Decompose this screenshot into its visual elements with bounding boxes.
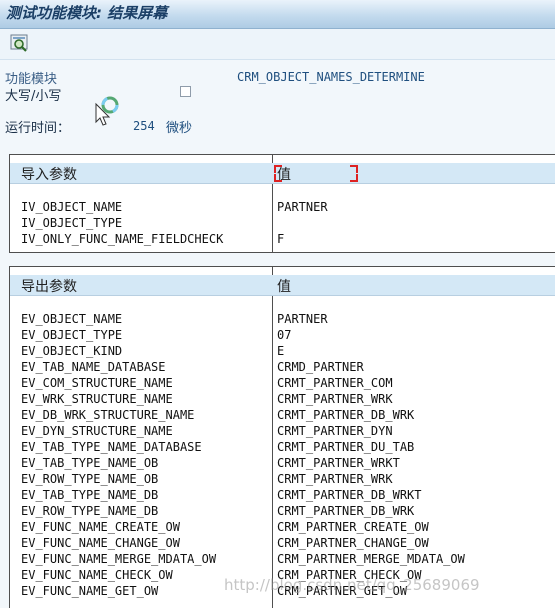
table-row[interactable]: EV_COM_STRUCTURE_NAME CRMT_PARTNER_COM <box>10 375 555 391</box>
table-row[interactable]: EV_TAB_TYPE_NAME_OB CRMT_PARTNER_WRKT <box>10 455 555 471</box>
table-row[interactable]: EV_TAB_NAME_DATABASE CRMD_PARTNER <box>10 359 555 375</box>
param-name: EV_TAB_TYPE_NAME_DATABASE <box>21 440 202 454</box>
table-row[interactable]: EV_FUNC_NAME_CREATE_OW CRM_PARTNER_CREATE… <box>10 519 555 535</box>
param-name: EV_TAB_TYPE_NAME_DB <box>21 488 159 502</box>
param-value: CRMT_PARTNER_DYN <box>277 424 393 438</box>
param-name: EV_COM_STRUCTURE_NAME <box>21 376 173 390</box>
runtime-unit: 微秒 <box>166 121 193 136</box>
application-toolbar <box>0 29 555 60</box>
param-name: EV_WRK_STRUCTURE_NAME <box>21 392 173 406</box>
table-row[interactable]: EV_DB_WRK_STRUCTURE_NAME CRMT_PARTNER_DB_… <box>10 407 555 423</box>
param-value: CRM_PARTNER_CHANGE_OW <box>277 536 429 550</box>
table-row[interactable]: EV_TAB_TYPE_NAME_DB CRMT_PARTNER_DB_WRKT <box>10 487 555 503</box>
header-value: 值 <box>277 279 291 295</box>
table-row[interactable]: EV_TAB_TYPE_NAME_DATABASE CRMT_PARTNER_DU… <box>10 439 555 455</box>
param-name: IV_ONLY_FUNC_NAME_FIELDCHECK <box>21 232 224 246</box>
table-row[interactable]: IV_OBJECT_NAME PARTNER <box>10 199 555 215</box>
param-name: EV_OBJECT_TYPE <box>21 328 123 342</box>
runtime-label: 运行时间： <box>5 121 71 136</box>
param-name: EV_OBJECT_NAME <box>21 312 123 326</box>
table-row[interactable]: EV_FUNC_NAME_CHANGE_OW CRM_PARTNER_CHANGE… <box>10 535 555 551</box>
table-row[interactable]: EV_OBJECT_NAME PARTNER <box>10 311 555 327</box>
param-name: EV_OBJECT_KIND <box>21 344 123 358</box>
param-value: CRMT_PARTNER_DU_TAB <box>277 440 415 454</box>
param-value: E <box>277 344 285 358</box>
param-name: EV_DYN_STRUCTURE_NAME <box>21 424 173 438</box>
param-value: CRM_PARTNER_MERGE_MDATA_OW <box>277 552 465 566</box>
title-bar: 测试功能模块: 结果屏幕 <box>0 0 555 29</box>
focus-frame <box>274 165 358 182</box>
watermark: http://blog.csdn.net/qq_25689069 <box>224 576 480 594</box>
param-value: 07 <box>277 328 292 342</box>
param-value: CRM_PARTNER_CREATE_OW <box>277 520 429 534</box>
case-label: 大写/小写 <box>5 89 62 104</box>
magnifier-icon[interactable] <box>10 34 30 52</box>
header-param: 导入参数 <box>21 167 77 183</box>
param-value: CRMT_PARTNER_WRKT <box>277 456 400 470</box>
table-row[interactable]: EV_WRK_STRUCTURE_NAME CRMT_PARTNER_WRK <box>10 391 555 407</box>
table-row[interactable]: IV_OBJECT_TYPE <box>10 215 555 231</box>
table-row[interactable]: EV_ROW_TYPE_NAME_DB CRMT_PARTNER_DB_WRK <box>10 503 555 519</box>
export-parameters-table: 导出参数 值 EV_OBJECT_NAME PARTNER EV_OBJECT_TY… <box>9 266 555 608</box>
table-row[interactable]: EV_ROW_TYPE_NAME_OB CRMT_PARTNER_WRK <box>10 471 555 487</box>
param-value: PARTNER <box>277 312 328 326</box>
table-row[interactable]: IV_ONLY_FUNC_NAME_FIELDCHECK F <box>10 231 555 247</box>
table-header: 导入参数 值 <box>10 163 555 184</box>
param-name: IV_OBJECT_TYPE <box>21 216 123 230</box>
param-name: EV_DB_WRK_STRUCTURE_NAME <box>21 408 195 422</box>
param-value: CRMT_PARTNER_DB_WRK <box>277 408 415 422</box>
param-name: EV_FUNC_NAME_MERGE_MDATA_OW <box>21 552 217 566</box>
window-title: 测试功能模块: 结果屏幕 <box>6 4 168 22</box>
param-value: CRMT_PARTNER_WRK <box>277 392 393 406</box>
param-name: EV_FUNC_NAME_CHECK_OW <box>21 568 173 582</box>
param-value: CRMT_PARTNER_COM <box>277 376 393 390</box>
busy-cursor-icon <box>95 96 119 126</box>
table-row[interactable]: EV_DYN_STRUCTURE_NAME CRMT_PARTNER_DYN <box>10 423 555 439</box>
param-name: EV_TAB_TYPE_NAME_OB <box>21 456 159 470</box>
table-header: 导出参数 值 <box>10 275 555 296</box>
param-name: EV_ROW_TYPE_NAME_OB <box>21 472 159 486</box>
import-parameters-table: 导入参数 值 IV_OBJECT_NAME PARTNER IV_OBJECT_TY… <box>9 154 555 253</box>
param-name: EV_FUNC_NAME_CHANGE_OW <box>21 536 180 550</box>
param-value: CRMT_PARTNER_DB_WRKT <box>277 488 422 502</box>
param-name: EV_FUNC_NAME_CREATE_OW <box>21 520 180 534</box>
table-row[interactable]: EV_FUNC_NAME_MERGE_MDATA_OW CRM_PARTNER_M… <box>10 551 555 567</box>
param-name: EV_ROW_TYPE_NAME_DB <box>21 504 159 518</box>
case-checkbox[interactable] <box>180 86 191 97</box>
param-value: CRMT_PARTNER_WRK <box>277 472 393 486</box>
table-row[interactable]: EV_OBJECT_KIND E <box>10 343 555 359</box>
param-value: CRMD_PARTNER <box>277 360 364 374</box>
param-value: F <box>277 232 285 246</box>
param-value: CRMT_PARTNER_DB_WRK <box>277 504 415 518</box>
param-value: PARTNER <box>277 200 328 214</box>
param-name: IV_OBJECT_NAME <box>21 200 123 214</box>
param-name: EV_TAB_NAME_DATABASE <box>21 360 166 374</box>
param-name: EV_FUNC_NAME_GET_OW <box>21 584 159 598</box>
module-value: CRM_OBJECT_NAMES_DETERMINE <box>237 70 425 84</box>
table-row[interactable]: EV_OBJECT_TYPE 07 <box>10 327 555 343</box>
runtime-value: 254 <box>133 119 155 133</box>
header-param: 导出参数 <box>21 279 77 295</box>
